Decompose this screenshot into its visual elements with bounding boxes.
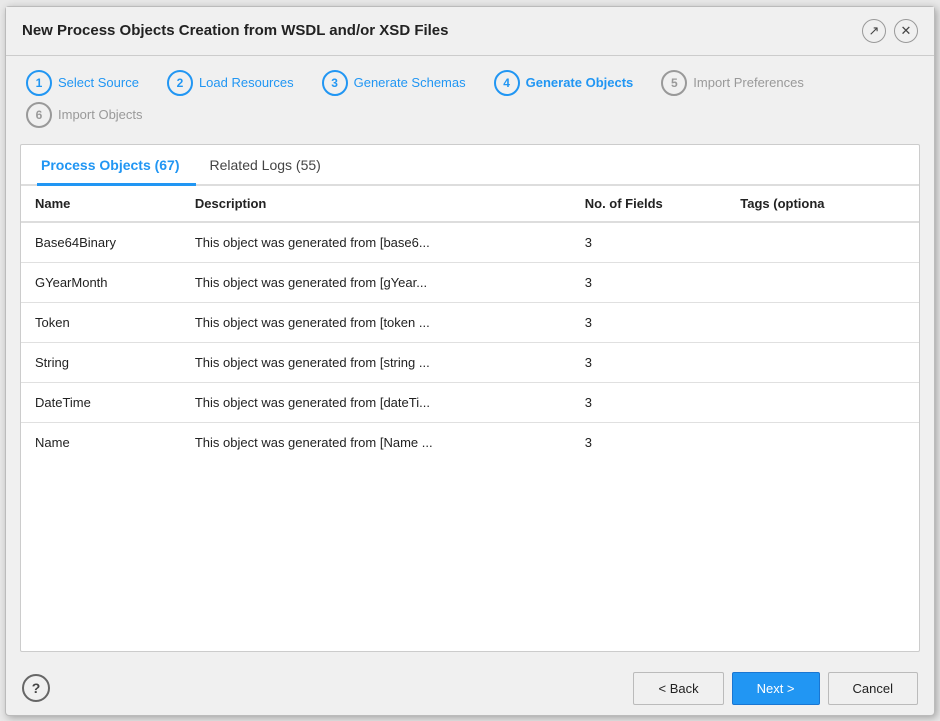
step-4-circle: 4 (494, 70, 520, 96)
footer: ? < Back Next > Cancel (6, 662, 934, 715)
cell-description: This object was generated from [token ..… (181, 302, 571, 342)
cell-description: This object was generated from [string .… (181, 342, 571, 382)
tab-process-objects[interactable]: Process Objects (67) (37, 145, 196, 186)
cell-name: Name (21, 422, 181, 462)
cell-description: This object was generated from [dateTi..… (181, 382, 571, 422)
step-1: 1 Select Source (26, 70, 139, 96)
help-button[interactable]: ? (22, 674, 50, 702)
objects-table: Name Description No. of Fields Tags (opt… (21, 186, 919, 462)
cell-fields: 3 (571, 342, 727, 382)
step-2: 2 Load Resources (167, 70, 294, 96)
step-4: 4 Generate Objects (494, 70, 634, 96)
cell-scrollbar (891, 342, 919, 382)
table-row: Name This object was generated from [Nam… (21, 422, 919, 462)
cell-name: Token (21, 302, 181, 342)
cell-name: String (21, 342, 181, 382)
cell-description: This object was generated from [gYear... (181, 262, 571, 302)
step-2-circle: 2 (167, 70, 193, 96)
cell-description: This object was generated from [base6... (181, 222, 571, 263)
col-name: Name (21, 186, 181, 222)
cell-tags (726, 262, 891, 302)
step-6: 6 Import Objects (26, 102, 143, 128)
cell-tags (726, 342, 891, 382)
cell-fields: 3 (571, 262, 727, 302)
cell-scrollbar (891, 222, 919, 263)
content-area: Process Objects (67) Related Logs (55) N… (20, 144, 920, 652)
step-2-label: Load Resources (199, 75, 294, 90)
tab-related-logs[interactable]: Related Logs (55) (206, 145, 337, 186)
close-button[interactable]: ✕ (894, 19, 918, 43)
scrollbar-spacer (891, 186, 919, 222)
next-button[interactable]: Next > (732, 672, 820, 705)
table-header-row: Name Description No. of Fields Tags (opt… (21, 186, 919, 222)
cell-scrollbar (891, 422, 919, 462)
tabs-row: Process Objects (67) Related Logs (55) (21, 145, 919, 186)
table-row: String This object was generated from [s… (21, 342, 919, 382)
dialog-title: New Process Objects Creation from WSDL a… (22, 22, 449, 39)
cancel-button[interactable]: Cancel (828, 672, 918, 705)
step-3: 3 Generate Schemas (322, 70, 466, 96)
footer-buttons: < Back Next > Cancel (633, 672, 918, 705)
col-tags: Tags (optiona (726, 186, 891, 222)
cell-name: DateTime (21, 382, 181, 422)
cell-fields: 3 (571, 302, 727, 342)
cell-name: Base64Binary (21, 222, 181, 263)
cell-tags (726, 382, 891, 422)
cell-fields: 3 (571, 222, 727, 263)
table-row: Base64Binary This object was generated f… (21, 222, 919, 263)
step-6-circle: 6 (26, 102, 52, 128)
table-row: GYearMonth This object was generated fro… (21, 262, 919, 302)
table-row: Token This object was generated from [to… (21, 302, 919, 342)
title-bar: New Process Objects Creation from WSDL a… (6, 7, 934, 56)
cell-fields: 3 (571, 382, 727, 422)
steps-row: 1 Select Source 2 Load Resources 3 Gener… (6, 56, 934, 144)
cell-fields: 3 (571, 422, 727, 462)
step-5-circle: 5 (661, 70, 687, 96)
back-button[interactable]: < Back (633, 672, 723, 705)
col-fields: No. of Fields (571, 186, 727, 222)
col-description: Description (181, 186, 571, 222)
cell-scrollbar (891, 262, 919, 302)
cell-tags (726, 222, 891, 263)
cell-tags (726, 422, 891, 462)
cell-scrollbar (891, 302, 919, 342)
cell-name: GYearMonth (21, 262, 181, 302)
cell-scrollbar (891, 382, 919, 422)
step-4-label: Generate Objects (526, 75, 634, 90)
step-5: 5 Import Preferences (661, 70, 804, 96)
cell-description: This object was generated from [Name ... (181, 422, 571, 462)
table-container: Name Description No. of Fields Tags (opt… (21, 186, 919, 651)
step-6-label: Import Objects (58, 107, 143, 122)
step-3-label: Generate Schemas (354, 75, 466, 90)
maximize-button[interactable]: ↗ (862, 19, 886, 43)
main-dialog: New Process Objects Creation from WSDL a… (5, 6, 935, 716)
step-3-circle: 3 (322, 70, 348, 96)
step-1-circle: 1 (26, 70, 52, 96)
title-icons: ↗ ✕ (862, 19, 918, 43)
table-row: DateTime This object was generated from … (21, 382, 919, 422)
step-5-label: Import Preferences (693, 75, 804, 90)
cell-tags (726, 302, 891, 342)
step-1-label: Select Source (58, 75, 139, 90)
